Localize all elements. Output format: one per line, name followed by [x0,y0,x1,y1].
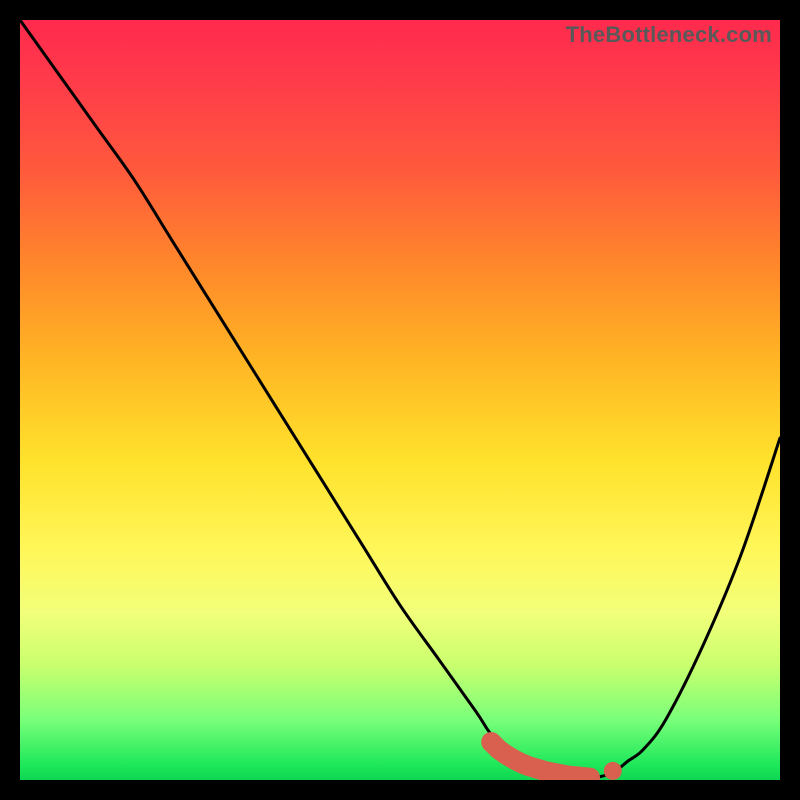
optimal-range-end-dot [604,762,622,780]
chart-svg [20,20,780,780]
bottleneck-curve-line [20,20,780,778]
optimal-range-markers [491,742,622,780]
chart-frame: TheBottleneck.com [20,20,780,780]
optimal-range-segment [491,742,590,778]
